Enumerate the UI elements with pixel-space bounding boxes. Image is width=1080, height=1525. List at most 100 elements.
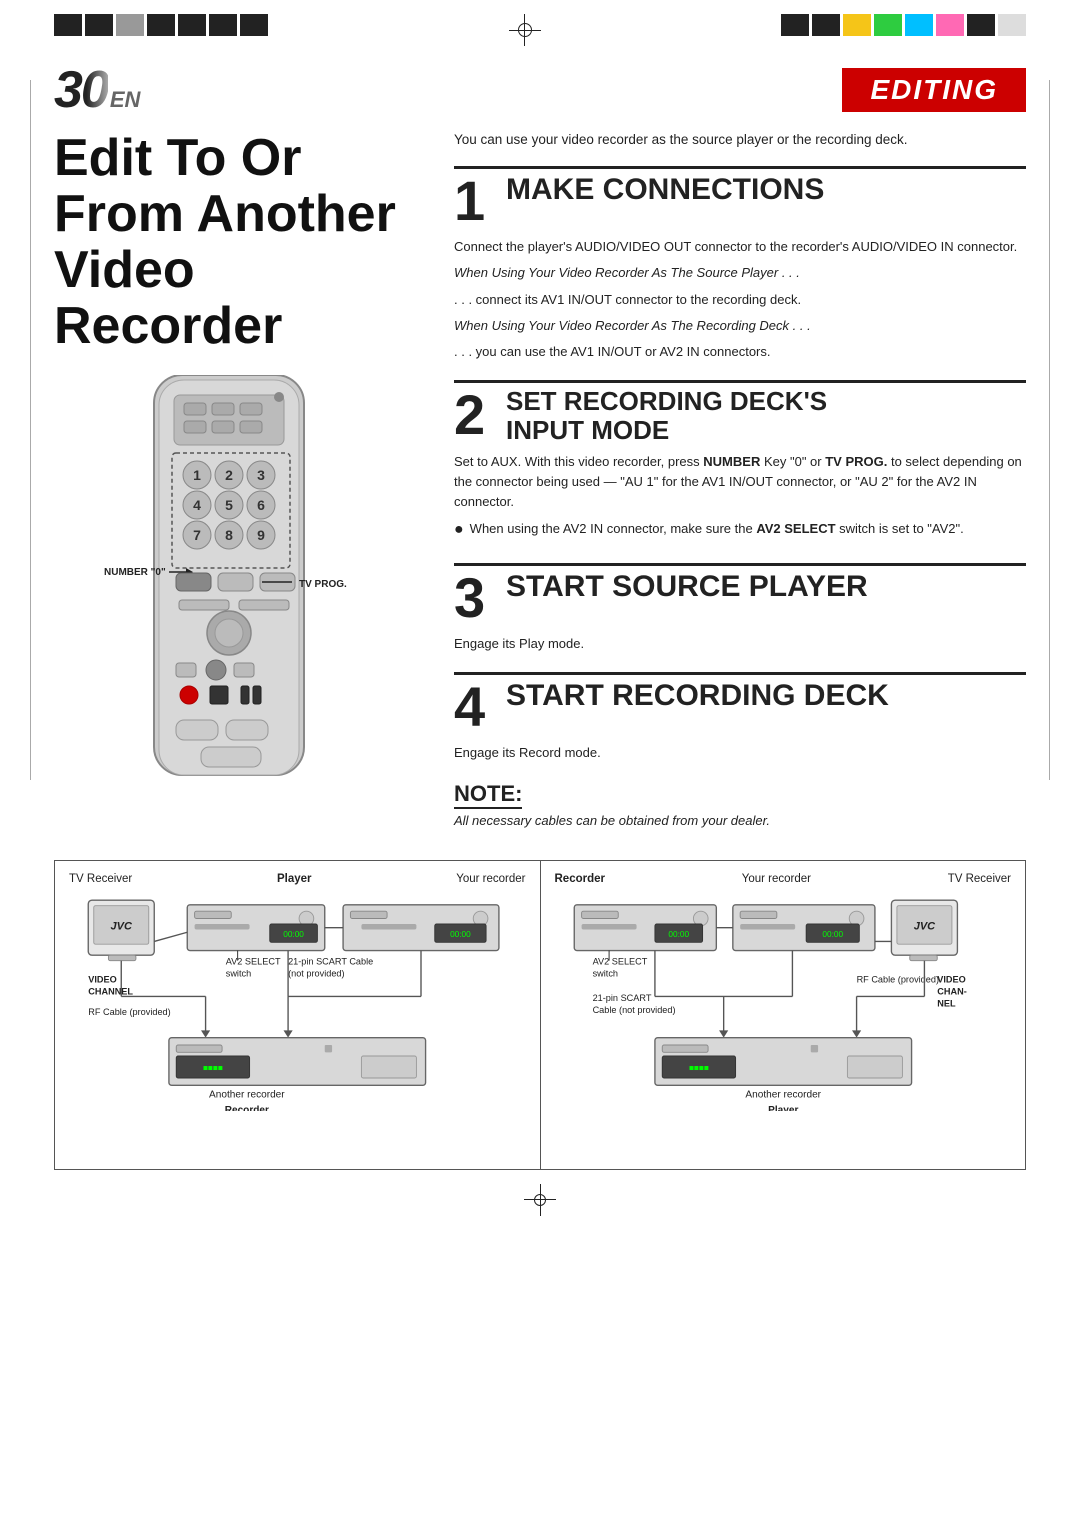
page-title: Edit To Or From Another Video Recorder bbox=[54, 130, 424, 355]
left-column: Edit To Or From Another Video Recorder bbox=[54, 130, 424, 828]
margin-line-left bbox=[30, 80, 31, 780]
diagram-left: TV Receiver Player Your recorder JVC bbox=[55, 861, 541, 1169]
section-1: 1 Make Connections Connect the player's … bbox=[454, 166, 1026, 362]
diagram-right-svg: 00:00 00:00 JVC AV2 SELECT switch 21-pi bbox=[555, 891, 1012, 1111]
svg-text:5: 5 bbox=[225, 497, 233, 513]
svg-text:21-pin SCART: 21-pin SCART bbox=[592, 993, 651, 1003]
section-badge: EDITING bbox=[842, 68, 1026, 112]
svg-text:AV2 SELECT: AV2 SELECT bbox=[592, 956, 647, 966]
section-4-header: 4 Start Recording Deck bbox=[454, 672, 1026, 735]
svg-text:NEL: NEL bbox=[937, 998, 956, 1008]
step-1-number: 1 bbox=[454, 173, 494, 229]
section-2-header: 2 Set Recording Deck'sInput Mode bbox=[454, 380, 1026, 444]
page-number: 30 bbox=[54, 60, 108, 120]
svg-text:NUMBER "0": NUMBER "0" bbox=[104, 567, 166, 578]
svg-text:8: 8 bbox=[225, 527, 233, 543]
svg-text:Cable (not provided): Cable (not provided) bbox=[592, 1005, 675, 1015]
note-section: NOTE: All necessary cables can be obtain… bbox=[454, 781, 1026, 828]
step-3-number: 3 bbox=[454, 570, 494, 626]
svg-text:6: 6 bbox=[257, 497, 265, 513]
note-title: NOTE: bbox=[454, 781, 522, 809]
svg-text:TV PROG.: TV PROG. bbox=[299, 579, 347, 590]
svg-text:4: 4 bbox=[193, 497, 201, 513]
step-4-number: 4 bbox=[454, 679, 494, 735]
remote-svg: 1 2 3 4 5 6 7 bbox=[94, 375, 354, 795]
svg-text:JVC: JVC bbox=[111, 920, 133, 932]
step-2-bullet-1: ● When using the AV2 IN connector, make … bbox=[454, 519, 1026, 545]
step-4-body: Engage its Record mode. bbox=[454, 743, 1026, 763]
svg-text:00:00: 00:00 bbox=[668, 930, 689, 939]
step-3-body: Engage its Play mode. bbox=[454, 634, 1026, 654]
svg-text:RF Cable (provided): RF Cable (provided) bbox=[856, 975, 938, 985]
section-1-header: 1 Make Connections bbox=[454, 166, 1026, 229]
step-2-title: Set Recording Deck'sInput Mode bbox=[506, 387, 827, 444]
svg-text:RF Cable (provided): RF Cable (provided) bbox=[88, 1007, 170, 1017]
label-tv-receiver-right: TV Receiver bbox=[948, 873, 1011, 885]
step-4-title: Start Recording Deck bbox=[506, 679, 889, 712]
svg-text:(not provided): (not provided) bbox=[288, 968, 345, 978]
step-2-text-1: Set to AUX. With this video recorder, pr… bbox=[454, 452, 1026, 512]
step-2-bullet-text: When using the AV2 IN connector, make su… bbox=[470, 519, 964, 539]
intro-text: You can use your video recorder as the s… bbox=[454, 130, 1026, 150]
bullet-dot: ● bbox=[454, 519, 464, 541]
right-column: You can use your video recorder as the s… bbox=[454, 130, 1026, 828]
step-2-body: Set to AUX. With this video recorder, pr… bbox=[454, 452, 1026, 545]
page-number-en: EN bbox=[110, 87, 141, 113]
label-tv-receiver-left: TV Receiver bbox=[69, 873, 132, 885]
reg-mark-left bbox=[54, 14, 268, 36]
svg-text:Another recorder: Another recorder bbox=[745, 1089, 821, 1100]
step-2-number: 2 bbox=[454, 387, 494, 443]
section-3: 3 Start Source Player Engage its Play mo… bbox=[454, 563, 1026, 654]
margin-line-right bbox=[1049, 80, 1050, 780]
step-1-text-1: Connect the player's AUDIO/VIDEO OUT con… bbox=[454, 237, 1026, 257]
svg-text:00:00: 00:00 bbox=[283, 930, 304, 939]
step-1-text-5: . . . you can use the AV1 IN/OUT or AV2 … bbox=[454, 342, 1026, 362]
svg-text:CHANNEL: CHANNEL bbox=[88, 987, 133, 997]
svg-text:00:00: 00:00 bbox=[450, 930, 471, 939]
step-1-text-2: When Using Your Video Recorder As The So… bbox=[454, 263, 1026, 283]
svg-text:■■■■: ■■■■ bbox=[203, 1064, 223, 1073]
svg-text:switch: switch bbox=[226, 968, 251, 978]
svg-text:VIDEO: VIDEO bbox=[88, 975, 117, 985]
svg-text:VIDEO: VIDEO bbox=[937, 975, 966, 985]
step-3-title: Start Source Player bbox=[506, 570, 868, 603]
svg-text:1: 1 bbox=[193, 467, 201, 483]
svg-text:JVC: JVC bbox=[913, 920, 935, 932]
section-4: 4 Start Recording Deck Engage its Record… bbox=[454, 672, 1026, 763]
page-header: 30 EN EDITING bbox=[54, 60, 1026, 120]
diagram-left-labels: TV Receiver Player Your recorder bbox=[69, 873, 526, 885]
label-your-recorder-right: Your recorder bbox=[742, 873, 811, 885]
step-1-text-3: . . . connect its AV1 IN/OUT connector t… bbox=[454, 290, 1026, 310]
svg-text:AV2 SELECT: AV2 SELECT bbox=[226, 956, 281, 966]
svg-text:2: 2 bbox=[225, 467, 233, 483]
registration-marks-top bbox=[54, 0, 1026, 46]
step-1-title: Make Connections bbox=[506, 173, 824, 206]
page: 30 EN EDITING Edit To Or From Another Vi… bbox=[0, 0, 1080, 1525]
diagram-left-svg: JVC 00:00 00:00 AV2 bbox=[69, 891, 526, 1111]
diagram-right: Recorder Your recorder TV Receiver 00:00 bbox=[541, 861, 1026, 1169]
label-player: Player bbox=[277, 873, 312, 885]
main-content: Edit To Or From Another Video Recorder bbox=[54, 130, 1026, 828]
remote-control-image: 1 2 3 4 5 6 7 bbox=[94, 375, 384, 805]
svg-text:switch: switch bbox=[592, 968, 617, 978]
step-1-body: Connect the player's AUDIO/VIDEO OUT con… bbox=[454, 237, 1026, 362]
crosshair-bottom bbox=[54, 1186, 1026, 1214]
section-2: 2 Set Recording Deck'sInput Mode Set to … bbox=[454, 380, 1026, 545]
svg-text:Player: Player bbox=[768, 1105, 798, 1111]
note-text: All necessary cables can be obtained fro… bbox=[454, 813, 1026, 828]
label-recorder-right: Recorder bbox=[555, 873, 606, 885]
color-bars bbox=[781, 14, 1026, 36]
bottom-diagram: TV Receiver Player Your recorder JVC bbox=[54, 860, 1026, 1170]
step-1-text-4: When Using Your Video Recorder As The Re… bbox=[454, 316, 1026, 336]
label-your-recorder-left: Your recorder bbox=[456, 873, 525, 885]
crosshair-top bbox=[509, 14, 541, 46]
svg-text:Recorder: Recorder bbox=[225, 1105, 269, 1111]
svg-text:3: 3 bbox=[257, 467, 265, 483]
section-3-header: 3 Start Source Player bbox=[454, 563, 1026, 626]
svg-text:9: 9 bbox=[257, 527, 265, 543]
svg-text:7: 7 bbox=[193, 527, 201, 543]
step-4-text-1: Engage its Record mode. bbox=[454, 743, 1026, 763]
diagram-right-labels: Recorder Your recorder TV Receiver bbox=[555, 873, 1012, 885]
svg-text:Another recorder: Another recorder bbox=[209, 1089, 285, 1100]
svg-text:21-pin SCART Cable: 21-pin SCART Cable bbox=[288, 956, 373, 966]
